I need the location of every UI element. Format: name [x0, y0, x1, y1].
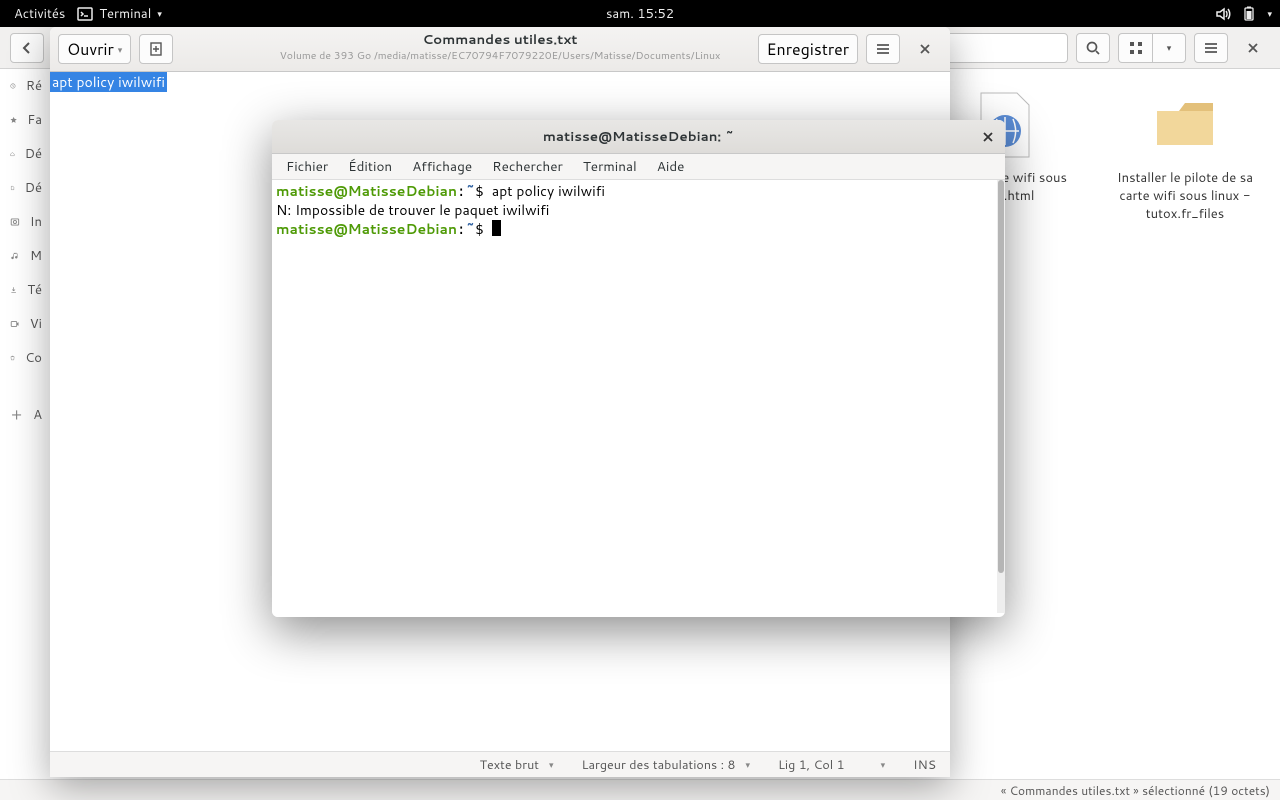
home-icon — [10, 146, 15, 162]
open-button[interactable]: Ouvrir▾ — [58, 34, 131, 64]
fm-sidebar: Ré Fa Dé Dé In M Té Vi Co +A — [0, 69, 52, 779]
sidebar-item[interactable]: Dé — [0, 137, 52, 171]
terminal-icon — [77, 6, 93, 22]
fm-status-bar: « Commandes utiles.txt » sélectionné (19… — [0, 779, 1280, 800]
terminal-view[interactable]: matisse@MatisseDebian:~$ apt policy iwil… — [272, 180, 997, 617]
app-menu[interactable]: Terminal ▾ — [71, 3, 167, 25]
new-document-icon — [148, 41, 164, 57]
battery-icon[interactable] — [1241, 6, 1257, 22]
sidebar-item[interactable]: Co — [0, 341, 52, 375]
terminal-titlebar[interactable]: matisse@MatisseDebian: ~ — [272, 120, 1005, 154]
close-button[interactable] — [1236, 33, 1270, 63]
close-button[interactable] — [977, 126, 999, 148]
menu-search[interactable]: Rechercher — [482, 154, 573, 179]
terminal-menubar: Fichier Édition Affichage Rechercher Ter… — [272, 154, 1005, 180]
terminal-scrollbar[interactable] — [997, 180, 1005, 613]
documents-icon — [10, 180, 15, 196]
close-button[interactable] — [908, 34, 942, 64]
gedit-status-bar: Texte brut▾ Largeur des tabulations : 8▾… — [50, 751, 950, 777]
sidebar-item[interactable]: Ré — [0, 69, 52, 103]
save-button[interactable]: Enregistrer — [758, 34, 858, 64]
trash-icon — [10, 350, 15, 366]
folder-icon — [1153, 89, 1217, 161]
insert-mode: INS — [899, 756, 950, 774]
recent-icon — [10, 78, 16, 94]
folder-item[interactable]: Installer le pilote de sa carte wifi sou… — [1110, 89, 1260, 223]
new-tab-button[interactable] — [139, 34, 173, 64]
sidebar-item[interactable]: M — [0, 239, 52, 273]
music-icon — [10, 248, 20, 264]
star-icon — [10, 112, 17, 128]
sidebar-item[interactable]: Vi — [0, 307, 52, 341]
videos-icon — [10, 316, 20, 332]
hamburger-button[interactable] — [866, 34, 900, 64]
menu-help[interactable]: Aide — [647, 154, 695, 179]
sidebar-item[interactable]: In — [0, 205, 52, 239]
activities-button[interactable]: Activités — [8, 3, 71, 25]
terminal-title-text: matisse@MatisseDebian: ~ — [543, 127, 734, 146]
gnome-top-bar: Activités Terminal ▾ sam. 15:52 ▾ — [0, 0, 1280, 27]
tab-width-selector[interactable]: Largeur des tabulations : 8▾ — [568, 756, 764, 774]
downloads-icon — [10, 282, 17, 298]
app-menu-label: Terminal — [99, 5, 151, 23]
system-menu-arrow[interactable]: ▾ — [1267, 7, 1272, 20]
terminal-cursor — [492, 220, 501, 236]
sidebar-item[interactable]: Dé — [0, 171, 52, 205]
syntax-selector[interactable]: Texte brut▾ — [466, 756, 568, 774]
menu-edit[interactable]: Édition — [338, 154, 402, 179]
view-switcher[interactable]: ▾ — [1118, 33, 1186, 63]
gedit-headerbar: Ouvrir▾ Enregistrer Commandes utiles.txt… — [50, 27, 950, 72]
menu-view[interactable]: Affichage — [402, 154, 482, 179]
back-button[interactable] — [10, 33, 44, 63]
menu-file[interactable]: Fichier — [276, 154, 338, 179]
fm-status-text: « Commandes utiles.txt » sélectionné (19… — [1001, 782, 1270, 799]
pictures-icon — [10, 214, 20, 230]
menu-terminal[interactable]: Terminal — [573, 154, 647, 179]
sidebar-item[interactable]: Té — [0, 273, 52, 307]
file-label: Installer le pilote de sa carte wifi sou… — [1110, 169, 1260, 223]
terminal-window: matisse@MatisseDebian: ~ Fichier Édition… — [272, 120, 1005, 617]
clock[interactable]: sam. 15:52 — [606, 5, 674, 23]
view-options-button[interactable]: ▾ — [1152, 33, 1186, 63]
sidebar-item[interactable]: Fa — [0, 103, 52, 137]
search-button[interactable] — [1076, 33, 1110, 63]
grid-view-button[interactable] — [1118, 33, 1152, 63]
volume-icon[interactable] — [1215, 6, 1231, 22]
cursor-position[interactable]: Lig 1, Col 1▾ — [764, 756, 899, 774]
selected-text: apt policy iwilwifi — [50, 72, 167, 92]
sidebar-item[interactable]: +A — [0, 395, 52, 434]
hamburger-button[interactable] — [1194, 33, 1228, 63]
